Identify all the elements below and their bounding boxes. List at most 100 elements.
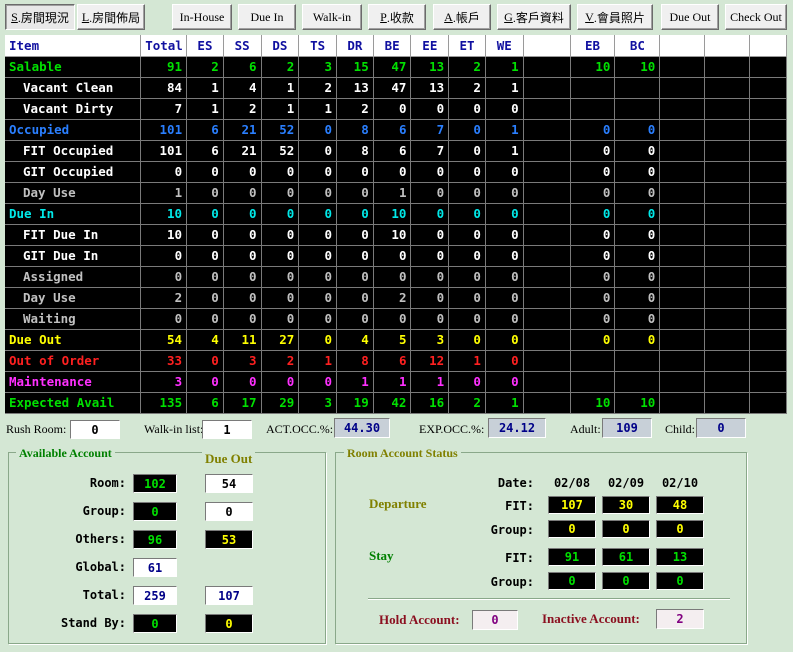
grid-cell[interactable]: 0 (485, 224, 524, 246)
grid-cell[interactable] (523, 308, 571, 330)
grid-cell[interactable] (704, 392, 751, 414)
grid-cell[interactable]: 10 (570, 392, 616, 414)
grid-cell[interactable] (659, 203, 706, 225)
grid-cell[interactable]: 4 (336, 329, 374, 351)
grid-row[interactable]: GIT Occupied 0 0 0 0 0 0 0 0 0 0 0 0 (5, 161, 787, 183)
grid-cell[interactable]: 1 (261, 98, 300, 120)
grid-cell[interactable]: 2 (261, 350, 300, 372)
grid-cell[interactable]: 2 (223, 98, 262, 120)
grid-cell[interactable] (659, 224, 706, 246)
grid-cell[interactable]: 0 (448, 203, 486, 225)
grid-cell[interactable]: 0 (410, 287, 450, 309)
grid-cell[interactable] (704, 77, 751, 99)
grid-cell[interactable]: 0 (614, 245, 661, 267)
grid-cell[interactable]: 0 (614, 203, 661, 225)
grid-cell[interactable]: 1 (298, 350, 338, 372)
grid-cell[interactable] (659, 56, 706, 78)
grid-cell[interactable]: 3 (298, 56, 338, 78)
grid-cell[interactable]: 3 (298, 392, 338, 414)
grid-cell[interactable] (659, 245, 706, 267)
grid-cell[interactable]: 0 (261, 266, 300, 288)
grid-cell[interactable]: 7 (410, 119, 450, 141)
in-house-button[interactable]: In-House (172, 4, 232, 30)
grid-cell[interactable]: 2 (261, 56, 300, 78)
column-header[interactable]: ES (186, 35, 224, 57)
grid-cell[interactable]: 1 (485, 119, 524, 141)
grid-cell[interactable]: 6 (373, 140, 412, 162)
grid-cell[interactable]: 0 (570, 182, 616, 204)
grid-cell[interactable] (704, 329, 751, 351)
check-out-button[interactable]: Check Out (725, 4, 787, 30)
column-header[interactable] (523, 35, 571, 57)
grid-cell[interactable] (659, 119, 706, 141)
grid-cell[interactable]: 0 (614, 224, 661, 246)
grid-cell[interactable] (704, 266, 751, 288)
grid-row[interactable]: Vacant Dirty 7 1 2 1 1 2 0 0 0 0 (5, 98, 787, 120)
grid-row[interactable]: Day Use 2 0 0 0 0 0 2 0 0 0 0 0 (5, 287, 787, 309)
grid-cell[interactable]: 6 (223, 56, 262, 78)
grid-cell[interactable]: 0 (614, 119, 661, 141)
grid-cell[interactable]: 19 (336, 392, 374, 414)
grid-cell[interactable]: 1 (186, 77, 224, 99)
column-header[interactable] (659, 35, 706, 57)
grid-cell[interactable]: 0 (448, 245, 486, 267)
grid-row[interactable]: GIT Due In 0 0 0 0 0 0 0 0 0 0 0 0 (5, 245, 787, 267)
grid-cell[interactable] (749, 287, 787, 309)
grid-cell[interactable] (749, 224, 787, 246)
grid-cell[interactable]: 0 (373, 266, 412, 288)
grid-cell[interactable]: 21 (223, 119, 262, 141)
grid-cell[interactable]: 0 (448, 224, 486, 246)
grid-cell[interactable]: 91 (140, 56, 188, 78)
grid-cell[interactable]: 0 (485, 371, 524, 393)
grid-cell[interactable]: 0 (223, 371, 262, 393)
grid-cell[interactable]: 0 (570, 287, 616, 309)
grid-cell[interactable]: 0 (186, 350, 224, 372)
grid-cell[interactable]: 0 (186, 245, 224, 267)
grid-cell[interactable]: 10 (140, 224, 188, 246)
grid-cell[interactable] (704, 224, 751, 246)
grid-cell[interactable]: 0 (261, 245, 300, 267)
grid-cell[interactable]: 4 (186, 329, 224, 351)
grid-cell[interactable]: 0 (223, 182, 262, 204)
grid-cell[interactable]: 7 (410, 140, 450, 162)
grid-cell[interactable]: 7 (140, 98, 188, 120)
grid-cell[interactable] (523, 392, 571, 414)
grid-cell[interactable]: 0 (485, 308, 524, 330)
grid-cell[interactable] (570, 371, 616, 393)
grid-cell[interactable] (614, 77, 661, 99)
grid-cell[interactable]: 2 (448, 56, 486, 78)
grid-cell[interactable] (704, 98, 751, 120)
grid-cell[interactable]: 2 (186, 56, 224, 78)
column-header[interactable]: DS (261, 35, 300, 57)
grid-cell[interactable] (659, 329, 706, 351)
grid-cell[interactable]: 8 (336, 119, 374, 141)
grid-cell[interactable] (749, 266, 787, 288)
grid-cell[interactable] (523, 77, 571, 99)
grid-cell[interactable]: 2 (373, 287, 412, 309)
grid-cell[interactable] (749, 161, 787, 183)
grid-cell[interactable] (523, 98, 571, 120)
guest-profile-button[interactable]: G .客戶資料 (497, 4, 571, 30)
grid-cell[interactable]: 0 (336, 266, 374, 288)
grid-cell[interactable] (749, 308, 787, 330)
grid-cell[interactable] (749, 350, 787, 372)
grid-cell[interactable]: 0 (614, 161, 661, 183)
grid-cell[interactable] (749, 56, 787, 78)
grid-cell[interactable]: 6 (373, 350, 412, 372)
grid-cell[interactable]: 135 (140, 392, 188, 414)
grid-cell[interactable]: 0 (186, 287, 224, 309)
grid-cell[interactable]: 4 (223, 77, 262, 99)
tab-room-layout-button[interactable]: L .房間佈局 (77, 4, 145, 30)
grid-cell[interactable]: 47 (373, 56, 412, 78)
grid-cell[interactable]: 0 (614, 266, 661, 288)
grid-cell[interactable]: 0 (261, 224, 300, 246)
grid-cell[interactable]: 0 (614, 329, 661, 351)
grid-cell[interactable]: 6 (186, 119, 224, 141)
grid-cell[interactable] (659, 287, 706, 309)
grid-cell[interactable]: 2 (140, 287, 188, 309)
grid-cell[interactable]: 0 (373, 161, 412, 183)
grid-cell[interactable]: 0 (448, 266, 486, 288)
grid-cell[interactable]: 0 (223, 203, 262, 225)
grid-cell[interactable]: 0 (223, 224, 262, 246)
grid-cell[interactable] (749, 203, 787, 225)
